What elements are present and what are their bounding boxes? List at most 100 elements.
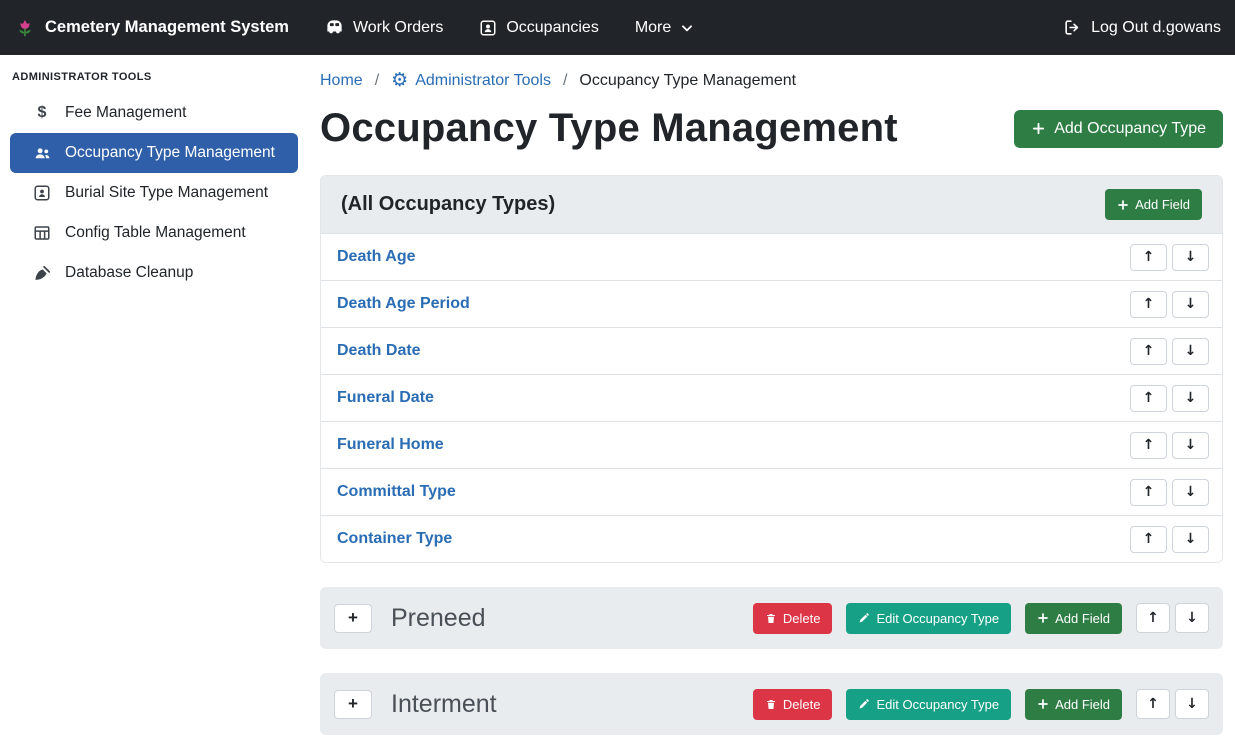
add-occupancy-type-button[interactable]: Add Occupancy Type bbox=[1014, 110, 1223, 148]
arrow-up-icon: ↑ bbox=[1143, 532, 1155, 546]
arrow-up-icon: ↑ bbox=[1143, 344, 1155, 358]
move-up-button[interactable]: ↑ bbox=[1130, 385, 1167, 412]
delete-button[interactable]: Delete bbox=[753, 603, 833, 634]
nav-more[interactable]: More bbox=[635, 19, 694, 37]
move-down-button[interactable]: ↓ bbox=[1172, 385, 1209, 412]
breadcrumb-admin-tools-label: Administrator Tools bbox=[415, 72, 551, 90]
nav-work-orders[interactable]: Work Orders bbox=[325, 18, 443, 37]
section-actions: Delete Edit Occupancy Type Add Field bbox=[753, 689, 1209, 720]
add-field-label: Add Field bbox=[1055, 697, 1110, 712]
sidebar-item-label: Database Cleanup bbox=[65, 264, 193, 282]
arrow-down-icon: ↓ bbox=[1185, 532, 1197, 546]
broom-icon bbox=[30, 264, 54, 283]
arrow-up-icon: ↑ bbox=[1147, 611, 1159, 625]
field-link[interactable]: Death Age Period bbox=[337, 295, 470, 313]
breadcrumb-separator: / bbox=[375, 72, 379, 90]
edit-occupancy-type-button[interactable]: Edit Occupancy Type bbox=[846, 689, 1011, 720]
field-row: Committal Type ↑ ↓ bbox=[321, 468, 1222, 515]
nav-occupancies-label: Occupancies bbox=[506, 19, 599, 37]
sidebar-item-occupancy-type-management[interactable]: Occupancy Type Management bbox=[10, 133, 298, 173]
move-up-button[interactable]: ↑ bbox=[1130, 291, 1167, 318]
move-up-button[interactable]: ↑ bbox=[1130, 432, 1167, 459]
move-down-button[interactable]: ↓ bbox=[1172, 338, 1209, 365]
sidebar-item-burial-site-type-management[interactable]: Burial Site Type Management bbox=[10, 173, 298, 213]
dollar-icon: $ bbox=[30, 104, 54, 122]
section-actions: Delete Edit Occupancy Type Add Field bbox=[753, 603, 1209, 634]
breadcrumb-current: Occupancy Type Management bbox=[579, 72, 796, 90]
tulip-logo-icon bbox=[14, 17, 36, 39]
move-down-button[interactable]: ↓ bbox=[1172, 526, 1209, 553]
occupancies-icon bbox=[479, 19, 497, 37]
move-up-button[interactable]: ↑ bbox=[1130, 479, 1167, 506]
field-row: Funeral Date ↑ ↓ bbox=[321, 374, 1222, 421]
sidebar-item-config-table-management[interactable]: Config Table Management bbox=[10, 213, 298, 253]
move-up-button[interactable]: ↑ bbox=[1136, 689, 1170, 719]
add-field-button[interactable]: Add Field bbox=[1025, 603, 1122, 634]
field-link[interactable]: Funeral Home bbox=[337, 436, 444, 454]
sidebar-item-database-cleanup[interactable]: Database Cleanup bbox=[10, 253, 298, 293]
breadcrumb-home-link[interactable]: Home bbox=[320, 72, 363, 90]
arrow-down-icon: ↓ bbox=[1185, 391, 1197, 405]
field-link[interactable]: Committal Type bbox=[337, 483, 456, 501]
move-up-button[interactable]: ↑ bbox=[1130, 338, 1167, 365]
reorder-controls: ↑ ↓ bbox=[1130, 338, 1209, 365]
arrow-up-icon: ↑ bbox=[1143, 391, 1155, 405]
expand-button[interactable]: + bbox=[334, 690, 372, 719]
reorder-controls: ↑ ↓ bbox=[1130, 291, 1209, 318]
reorder-controls: ↑ ↓ bbox=[1130, 385, 1209, 412]
expand-button[interactable]: + bbox=[334, 604, 372, 633]
sidebar-item-fee-management[interactable]: $ Fee Management bbox=[10, 93, 298, 133]
field-link[interactable]: Death Age bbox=[337, 248, 416, 266]
sidebar-item-label: Fee Management bbox=[65, 104, 187, 122]
work-orders-icon bbox=[325, 18, 344, 37]
main-content: Home / ⚙ Administrator Tools / Occupancy… bbox=[308, 55, 1235, 738]
arrow-up-icon: ↑ bbox=[1143, 438, 1155, 452]
app-title: Cemetery Management System bbox=[45, 18, 289, 37]
field-link[interactable]: Funeral Date bbox=[337, 389, 434, 407]
move-down-button[interactable]: ↓ bbox=[1175, 603, 1209, 633]
delete-button[interactable]: Delete bbox=[753, 689, 833, 720]
sidebar-item-label: Occupancy Type Management bbox=[65, 144, 275, 162]
logout-link[interactable]: Log Out d.gowans bbox=[1063, 18, 1221, 37]
all-occupancy-types-card: (All Occupancy Types) Add Field Death Ag… bbox=[320, 175, 1223, 563]
move-up-button[interactable]: ↑ bbox=[1130, 526, 1167, 553]
add-field-button[interactable]: Add Field bbox=[1105, 189, 1202, 220]
breadcrumb-admin-tools-link[interactable]: ⚙ Administrator Tools bbox=[391, 71, 551, 90]
nav-occupancies[interactable]: Occupancies bbox=[479, 19, 599, 37]
occupancy-type-section-interment: + Interment Delete Edit Occupancy Type bbox=[320, 673, 1223, 735]
nav-work-orders-label: Work Orders bbox=[353, 19, 443, 37]
arrow-up-icon: ↑ bbox=[1143, 485, 1155, 499]
field-link[interactable]: Container Type bbox=[337, 530, 452, 548]
edit-occupancy-type-button[interactable]: Edit Occupancy Type bbox=[846, 603, 1011, 634]
breadcrumb: Home / ⚙ Administrator Tools / Occupancy… bbox=[320, 71, 1223, 90]
move-down-button[interactable]: ↓ bbox=[1175, 689, 1209, 719]
move-down-button[interactable]: ↓ bbox=[1172, 291, 1209, 318]
arrow-up-icon: ↑ bbox=[1147, 697, 1159, 711]
move-down-button[interactable]: ↓ bbox=[1172, 432, 1209, 459]
top-navbar: Cemetery Management System Work Orders O… bbox=[0, 0, 1235, 55]
delete-label: Delete bbox=[783, 697, 821, 712]
move-up-button[interactable]: ↑ bbox=[1136, 603, 1170, 633]
move-down-button[interactable]: ↓ bbox=[1172, 244, 1209, 271]
trash-icon bbox=[765, 698, 777, 711]
sidebar-item-label: Burial Site Type Management bbox=[65, 184, 268, 202]
all-occupancy-types-header: (All Occupancy Types) Add Field bbox=[321, 176, 1222, 233]
add-field-label: Add Field bbox=[1055, 611, 1110, 626]
users-icon bbox=[30, 144, 54, 163]
field-link[interactable]: Death Date bbox=[337, 342, 421, 360]
pencil-icon bbox=[858, 698, 870, 710]
logout-label: Log Out d.gowans bbox=[1091, 19, 1221, 37]
edit-occupancy-type-label: Edit Occupancy Type bbox=[876, 611, 999, 626]
move-down-button[interactable]: ↓ bbox=[1172, 479, 1209, 506]
add-occupancy-type-label: Add Occupancy Type bbox=[1054, 120, 1206, 138]
reorder-controls: ↑ ↓ bbox=[1136, 603, 1209, 633]
arrow-down-icon: ↓ bbox=[1185, 250, 1197, 264]
section-title: Preneed bbox=[391, 604, 486, 633]
breadcrumb-separator: / bbox=[563, 72, 567, 90]
arrow-down-icon: ↓ bbox=[1185, 344, 1197, 358]
burial-site-icon bbox=[30, 184, 54, 202]
add-field-button[interactable]: Add Field bbox=[1025, 689, 1122, 720]
move-up-button[interactable]: ↑ bbox=[1130, 244, 1167, 271]
arrow-down-icon: ↓ bbox=[1185, 485, 1197, 499]
arrow-up-icon: ↑ bbox=[1143, 250, 1155, 264]
